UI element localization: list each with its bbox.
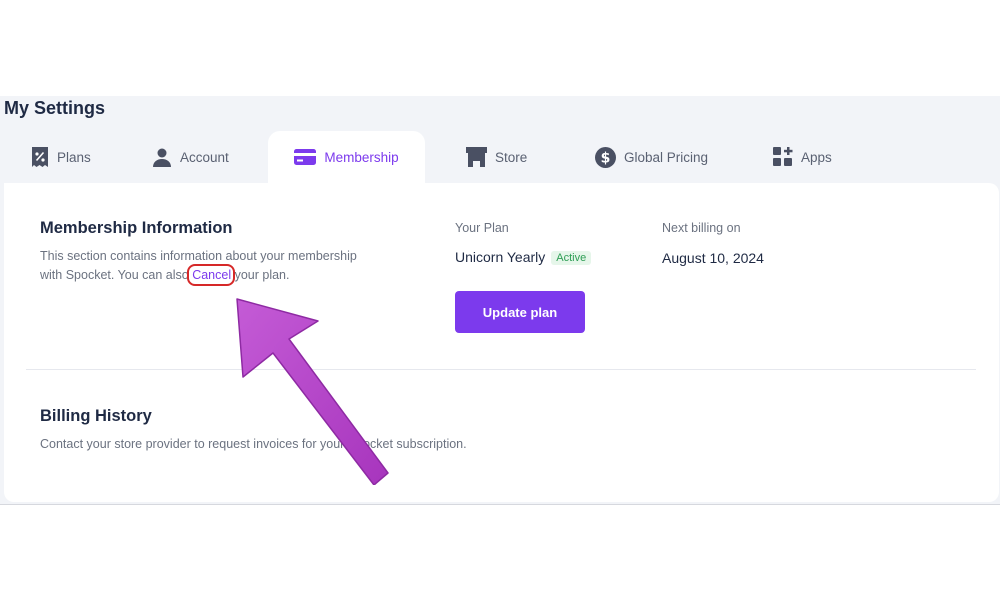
receipt-percent-icon [31, 146, 49, 168]
storefront-icon [466, 147, 487, 167]
membership-description: This section contains information about … [40, 247, 420, 286]
section-divider [26, 369, 976, 370]
credit-card-icon [294, 149, 317, 165]
cancel-plan-link-label: Cancel [192, 268, 232, 282]
tab-membership-label: Membership [324, 149, 399, 165]
membership-description-line1: This section contains information about … [40, 249, 357, 263]
tab-plans[interactable]: Plans [31, 131, 91, 183]
tab-plans-label: Plans [57, 149, 91, 165]
status-badge: Active [551, 251, 592, 266]
settings-tabs: Plans Account Membership Store $ Global … [0, 131, 1000, 183]
update-plan-button[interactable]: Update plan [455, 291, 585, 333]
tab-store-label: Store [495, 149, 528, 165]
plan-name: Unicorn Yearly [455, 249, 546, 265]
user-icon [152, 147, 172, 167]
tab-membership[interactable]: Membership [268, 131, 425, 183]
your-plan-label: Your Plan [455, 221, 509, 235]
tab-global-pricing[interactable]: $ Global Pricing [595, 131, 708, 183]
tab-global-pricing-label: Global Pricing [624, 149, 709, 165]
plan-info: Unicorn Yearly Active [455, 249, 592, 266]
next-billing-date: August 10, 2024 [662, 250, 764, 266]
membership-description-before: with Spocket. You can also [40, 268, 193, 282]
tab-account-label: Account [180, 149, 229, 165]
membership-description-after: your plan. [231, 268, 290, 282]
apps-plus-icon [773, 147, 793, 167]
dollar-circle-icon: $ [595, 146, 616, 168]
tab-apps-label: Apps [801, 149, 832, 165]
cancel-plan-link[interactable]: Cancel [187, 264, 236, 286]
annotation-arrow [236, 298, 389, 485]
page-title: My Settings [4, 98, 106, 118]
tab-store[interactable]: Store [466, 131, 527, 183]
tab-account[interactable]: Account [152, 131, 229, 183]
svg-text:$: $ [601, 150, 611, 166]
membership-section-title: Membership Information [40, 219, 233, 237]
tab-apps[interactable]: Apps [773, 131, 832, 183]
next-billing-label: Next billing on [662, 221, 741, 235]
billing-history-title: Billing History [40, 407, 152, 425]
